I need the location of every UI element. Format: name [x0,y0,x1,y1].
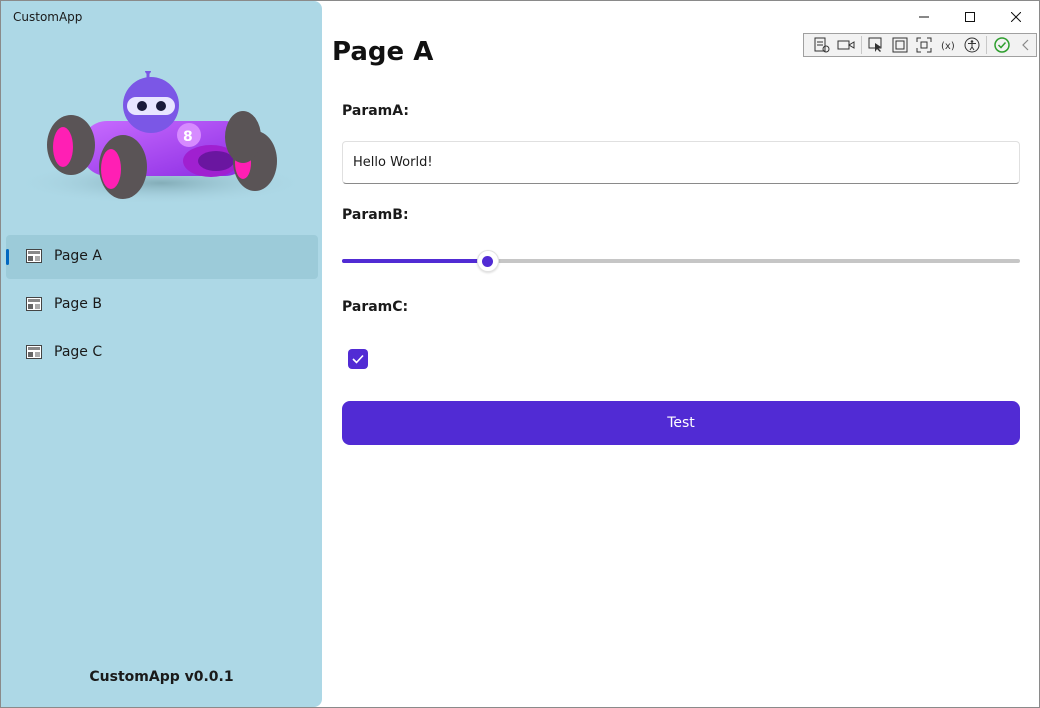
param-b-slider[interactable] [342,250,1020,272]
collapse-chevron-icon[interactable] [1016,36,1036,54]
app-version: CustomApp v0.0.1 [89,669,234,685]
hot-reload-ok-icon[interactable] [992,36,1012,54]
accessibility-icon[interactable] [962,36,982,54]
minimize-button[interactable] [901,1,947,33]
display-layout-adorners-icon[interactable] [890,36,910,54]
param-b-label: ParamB: [342,207,409,223]
sidebar-item-label: Page C [54,344,103,360]
caption-buttons [901,1,1039,33]
race-car-bot-logo: 8 [13,71,309,205]
app-window: CustomApp 8 Page A Page B Page C CustomA… [0,0,1040,708]
slider-thumb[interactable] [476,250,499,272]
image-icon [26,297,42,311]
svg-text:(x): (x) [941,41,955,52]
record-icon[interactable] [836,36,856,54]
selection-indicator [6,249,9,265]
close-button[interactable] [993,1,1039,33]
track-focus-icon[interactable] [914,36,934,54]
live-visual-tree-icon[interactable] [812,36,832,54]
maximize-button[interactable] [947,1,993,33]
maximize-icon [965,12,975,22]
sidebar-item-label: Page B [54,296,102,312]
param-c-checkbox[interactable] [348,349,368,369]
toolbar-separator [986,36,988,54]
page-title: Page A [332,37,434,67]
sidebar-item-page-b[interactable]: Page B [6,283,318,327]
binding-failures-icon[interactable]: (x) [938,36,958,54]
toolbar-separator [860,36,862,54]
window-title: CustomApp [13,10,83,24]
svg-text:8: 8 [183,129,193,145]
sidebar-item-page-c[interactable]: Page C [6,331,318,375]
image-icon [26,249,42,263]
test-button[interactable]: Test [342,401,1020,445]
slider-fill [342,259,488,263]
sidebar-item-page-a[interactable]: Page A [6,235,318,279]
navigation-menu: Page A Page B Page C [6,235,318,379]
sidebar-item-label: Page A [54,248,102,264]
param-c-label: ParamC: [342,299,409,315]
param-a-input[interactable] [342,141,1020,184]
debug-toolbar: (x) [803,33,1037,57]
checkmark-icon [352,354,364,364]
close-icon [1011,12,1021,22]
param-a-label: ParamA: [342,103,409,119]
image-icon [26,345,42,359]
select-element-icon[interactable] [867,36,887,54]
minimize-icon [919,16,929,18]
sidebar: CustomApp 8 Page A Page B Page C CustomA… [1,1,322,707]
